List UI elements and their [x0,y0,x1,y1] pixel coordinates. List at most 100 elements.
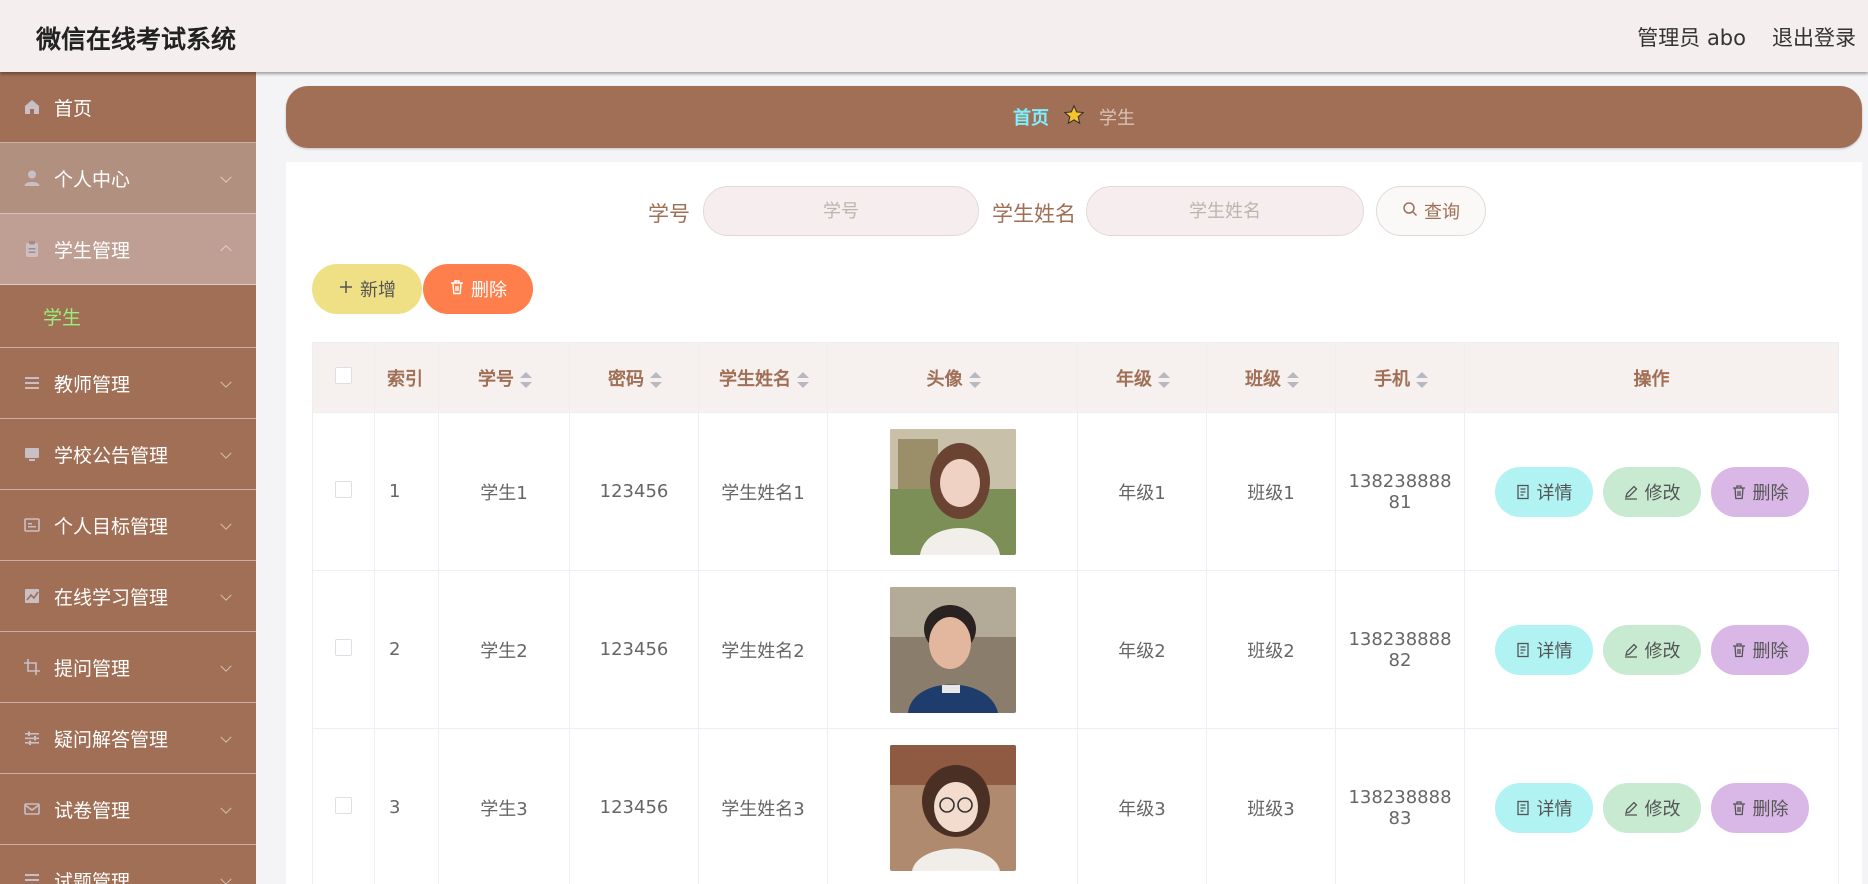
breadcrumb: 首页 学生 [286,86,1862,148]
select-all-cell [312,342,375,413]
sidebar-item-teacher-management[interactable]: 教师管理 [0,348,256,419]
breadcrumb-home-link[interactable]: 首页 [1013,104,1049,130]
plus-icon [338,279,354,300]
sidebar-item-personal-goal-management[interactable]: 个人目标管理 [0,490,256,561]
sidebar-item-label: 在线学习管理 [54,586,169,609]
sidebar-item-question-management[interactable]: 提问管理 [0,632,256,703]
edit-button[interactable]: 修改 [1602,624,1701,675]
edit-button-label: 修改 [1644,482,1681,504]
query-button[interactable]: 查询 [1376,186,1486,236]
cell-class: 班级1 [1206,412,1336,571]
sidebar-item-online-learning-management[interactable]: 在线学习管理 [0,561,256,632]
cell-student-name: 学生姓名1 [698,412,828,571]
row-select-cell [312,728,375,884]
sidebar-item-label: 疑问解答管理 [54,728,169,751]
chevron-down-icon [220,376,232,388]
cell-grade: 年级2 [1077,570,1207,729]
sort-icon[interactable] [1287,371,1299,388]
row-checkbox[interactable] [335,638,352,656]
sort-icon[interactable] [520,371,532,388]
detail-button[interactable]: 详情 [1494,624,1593,675]
cell-avatar [827,570,1078,729]
add-button[interactable]: 新增 [312,264,422,314]
edit-button[interactable]: 修改 [1602,782,1701,833]
column-header-grade[interactable]: 年级 [1077,342,1207,413]
sidebar-item-school-notice-management[interactable]: 学校公告管理 [0,419,256,490]
sort-icon[interactable] [1158,371,1170,388]
detail-button[interactable]: 详情 [1494,782,1593,833]
column-header-student-id[interactable]: 学号 [438,342,570,413]
edit-button-label: 修改 [1644,798,1681,820]
crop-icon [22,657,42,677]
mail-icon [22,799,42,819]
delete-button-label: 删除 [1752,640,1789,662]
delete-button-label: 删除 [1752,798,1789,820]
cell-avatar [827,412,1078,571]
row-checkbox[interactable] [335,796,352,814]
detail-button[interactable]: 详情 [1494,466,1593,517]
sliders-icon [22,728,42,748]
chevron-down-icon [220,518,232,530]
cell-grade: 年级1 [1077,412,1207,571]
breadcrumb-current: 学生 [1099,108,1135,129]
column-header-student-name[interactable]: 学生姓名 [698,342,828,413]
trash-icon [449,279,465,300]
batch-delete-button[interactable]: 删除 [423,264,533,314]
edit-button[interactable]: 修改 [1602,466,1701,517]
query-button-label: 查询 [1424,202,1460,223]
cell-student-id: 学生1 [438,412,570,571]
sort-icon[interactable] [797,371,809,388]
avatar [889,586,1016,713]
cell-password: 123456 [569,570,699,729]
cell-student-id: 学生3 [438,728,570,884]
detail-button-label: 详情 [1536,640,1573,662]
detail-button-label: 详情 [1536,798,1573,820]
sidebar-subitem-student[interactable]: 学生 [0,285,256,348]
cell-student-name: 学生姓名3 [698,728,828,884]
sidebar-item-label: 学校公告管理 [54,444,169,467]
sidebar-item-label: 学生管理 [54,239,131,262]
logout-link[interactable]: 退出登录 [1772,22,1856,52]
edit-button-label: 修改 [1644,640,1681,662]
sidebar-item-question-bank-management[interactable]: 试题管理 [0,845,256,884]
cell-password: 123456 [569,412,699,571]
sidebar-item-answer-management[interactable]: 疑问解答管理 [0,703,256,774]
column-header-class[interactable]: 班级 [1206,342,1336,413]
column-header-phone[interactable]: 手机 [1335,342,1465,413]
sidebar-item-label: 个人目标管理 [54,515,169,538]
column-header-password[interactable]: 密码 [569,342,699,413]
delete-button[interactable]: 删除 [1710,624,1809,675]
sort-icon[interactable] [1416,371,1428,388]
table-row: 3 学生3 123456 学生姓名3 年级3 班级3 138238888 83 … [312,728,1839,884]
cell-index: 2 [374,570,439,729]
cell-phone: 138238888 82 [1335,570,1465,729]
edit-icon [1623,484,1639,500]
sort-icon[interactable] [968,371,981,388]
detail-button-label: 详情 [1536,482,1573,504]
cell-grade: 年级3 [1077,728,1207,884]
star-icon [1063,103,1085,131]
chevron-down-icon [220,802,232,814]
sidebar: 首页 个人中心 学生管理 学生 教师管理 学校公告管理 个人目标管理 在线学习管… [0,72,256,884]
sidebar-item-label: 试题管理 [54,870,131,884]
add-button-label: 新增 [360,280,396,301]
student-id-input[interactable] [703,186,979,236]
sidebar-item-home[interactable]: 首页 [0,72,256,143]
student-name-input[interactable] [1086,186,1364,236]
column-header-operations: 操作 [1464,342,1839,413]
sidebar-item-personal-center[interactable]: 个人中心 [0,143,256,214]
phone-line: 81 [1388,491,1412,513]
select-all-checkbox[interactable] [335,366,352,384]
cell-student-name: 学生姓名2 [698,570,828,729]
delete-button[interactable]: 删除 [1710,466,1809,517]
sidebar-item-student-management[interactable]: 学生管理 [0,214,256,285]
chevron-down-icon [220,447,232,459]
sidebar-item-label: 试卷管理 [54,799,131,822]
delete-button[interactable]: 删除 [1710,782,1809,833]
sidebar-item-exam-paper-management[interactable]: 试卷管理 [0,774,256,845]
batch-delete-button-label: 删除 [471,280,507,301]
column-header-avatar[interactable]: 头像 [827,342,1078,413]
phone-line: 138238888 [1348,470,1452,492]
row-checkbox[interactable] [335,480,352,498]
sort-icon[interactable] [650,371,662,388]
